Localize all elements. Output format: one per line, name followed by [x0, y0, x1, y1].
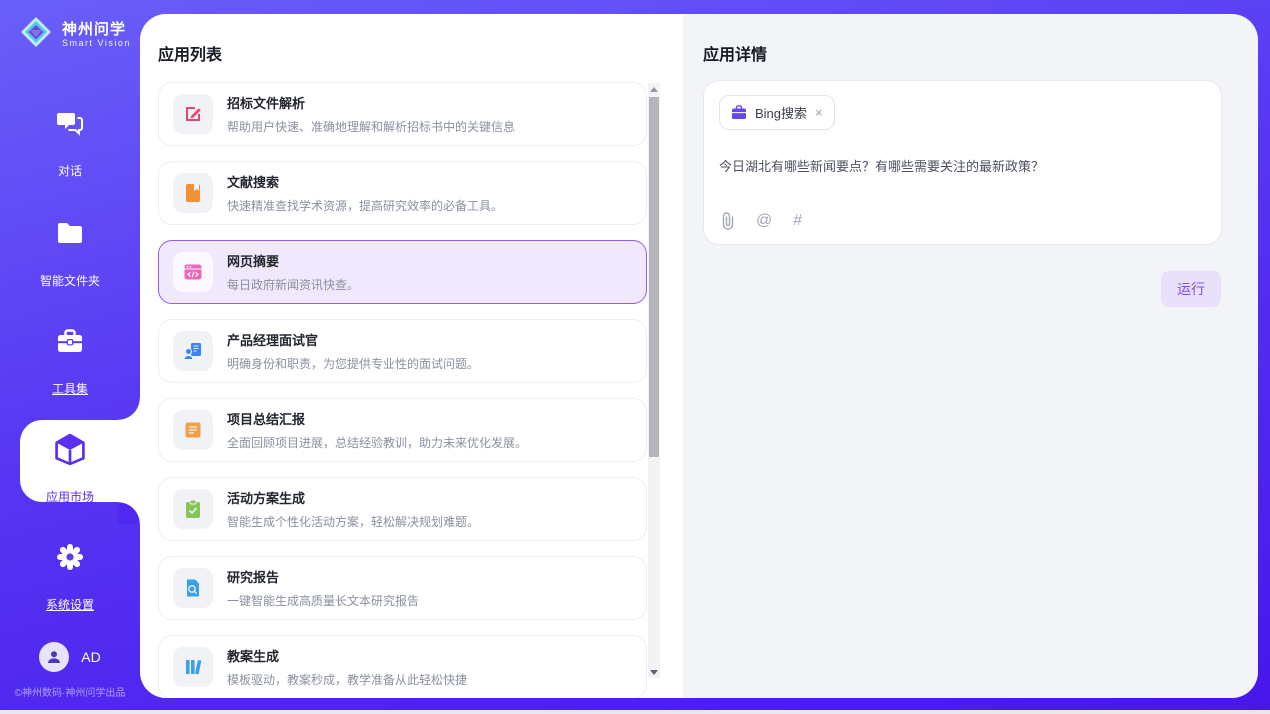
app-name: 项目总结汇报 [227, 409, 527, 428]
app-name: 研究报告 [227, 567, 419, 586]
app-list-panel: 应用列表 招标文件解析 帮助用户快速、准确地理解和解析招标书中的关键信息 [140, 14, 683, 698]
sidebar-item-settings[interactable]: 系统设置 [0, 542, 140, 614]
user-initials: AD [81, 649, 100, 665]
app-desc: 明确身份和职责，为您提供专业性的面试问题。 [227, 355, 479, 372]
list-item[interactable]: 招标文件解析 帮助用户快速、准确地理解和解析招标书中的关键信息 [158, 82, 647, 146]
tool-chip-label: Bing搜索 [755, 103, 807, 122]
sidebar-item-label: 应用市场 [46, 488, 94, 505]
gear-icon [0, 542, 140, 572]
toolbox-icon [0, 326, 140, 356]
list-item[interactable]: 项目总结汇报 全面回顾项目进展，总结经验教训，助力未来优化发展。 [158, 398, 647, 462]
briefcase-icon [731, 105, 747, 120]
run-button[interactable]: 运行 [1161, 271, 1221, 307]
sidebar-item-label: 工具集 [52, 380, 88, 397]
app-name: 文献搜索 [227, 172, 503, 191]
brand-name: 神州问学 [62, 21, 131, 38]
app-name: 活动方案生成 [227, 488, 479, 507]
query-text[interactable]: 今日湖北有哪些新闻要点？有哪些需要关注的最新政策？ [719, 156, 1206, 175]
app-desc: 全面回顾项目进展，总结经验教训，助力未来优化发展。 [227, 434, 527, 451]
list-item[interactable]: 研究报告 一键智能生成高质量长文本研究报告 [158, 556, 647, 620]
sidebar-item-label: 系统设置 [46, 596, 94, 613]
app-desc: 快速精准查找学术资源，提高研究效率的必备工具。 [227, 197, 503, 214]
brand-diamond-icon [18, 14, 54, 55]
scroll-down-icon[interactable] [648, 666, 660, 678]
scrollbar-thumb[interactable] [649, 97, 659, 457]
user-account[interactable]: AD [0, 642, 140, 672]
cube-icon [0, 434, 140, 464]
app-desc: 模板驱动，教案秒成，教学准备从此轻松快捷 [227, 671, 467, 688]
input-toolbar: @ # [721, 212, 802, 230]
chat-icon [0, 108, 140, 138]
brand-logo: 神州问学 Smart Vision [0, 0, 140, 55]
sidebar-item-smart-folder[interactable]: 智能文件夹 [0, 218, 140, 290]
app-detail-panel: 应用详情 Bing搜索 × 今日湖北有哪些新闻要点？有哪些需要关注的最新政策？ [683, 14, 1258, 698]
sidebar-item-app-market[interactable]: 应用市场 [0, 434, 140, 506]
app-detail-title: 应用详情 [683, 14, 1258, 65]
list-item[interactable]: 文献搜索 快速精准查找学术资源，提高研究效率的必备工具。 [158, 161, 647, 225]
app-name: 招标文件解析 [227, 93, 515, 112]
avatar [39, 642, 69, 672]
tool-chip[interactable]: Bing搜索 × [719, 95, 835, 130]
app-desc: 智能生成个性化活动方案，轻松解决规划难题。 [227, 513, 479, 530]
report-note-icon [173, 410, 213, 450]
list-item[interactable]: 教案生成 模板驱动，教案秒成，教学准备从此轻松快捷 [158, 635, 647, 698]
list-item-selected[interactable]: 网页摘要 每日政府新闻资讯快查。 [158, 240, 647, 304]
app-name: 教案生成 [227, 646, 467, 665]
app-list-title: 应用列表 [140, 14, 683, 65]
bottom-edge-strip [0, 710, 1270, 714]
mention-icon[interactable]: @ [756, 212, 772, 230]
sidebar-item-label: 智能文件夹 [40, 272, 100, 289]
app-list: 招标文件解析 帮助用户快速、准确地理解和解析招标书中的关键信息 文献搜索 快速精… [158, 82, 647, 698]
sidebar-footer: ©神州数码·神州问学出品 [0, 684, 140, 699]
books-icon [173, 647, 213, 687]
clipboard-check-icon [173, 489, 213, 529]
list-scrollbar[interactable] [648, 83, 660, 678]
close-icon[interactable]: × [815, 106, 823, 119]
attachment-icon[interactable] [721, 212, 735, 230]
app-desc: 帮助用户快速、准确地理解和解析招标书中的关键信息 [227, 118, 515, 135]
list-item[interactable]: 产品经理面试官 明确身份和职责，为您提供专业性的面试问题。 [158, 319, 647, 383]
prompt-card[interactable]: Bing搜索 × 今日湖北有哪些新闻要点？有哪些需要关注的最新政策？ @ # [703, 80, 1222, 245]
edit-doc-icon [173, 94, 213, 134]
web-code-icon [173, 252, 213, 292]
sidebar: 神州问学 Smart Vision 对话 智能文件夹 [0, 0, 140, 710]
book-icon [173, 173, 213, 213]
sidebar-item-toolset[interactable]: 工具集 [0, 326, 140, 398]
hash-icon[interactable]: # [793, 212, 802, 230]
brand-subtitle: Smart Vision [62, 38, 131, 48]
research-icon [173, 568, 213, 608]
app-desc: 每日政府新闻资讯快查。 [227, 276, 359, 293]
app-name: 产品经理面试官 [227, 330, 479, 349]
sidebar-item-chat[interactable]: 对话 [0, 108, 140, 180]
interview-icon [173, 331, 213, 371]
list-item[interactable]: 活动方案生成 智能生成个性化活动方案，轻松解决规划难题。 [158, 477, 647, 541]
scroll-up-icon[interactable] [648, 83, 660, 95]
app-name: 网页摘要 [227, 251, 359, 270]
folder-icon [0, 218, 140, 248]
sidebar-item-label: 对话 [58, 162, 82, 179]
main-content: 应用列表 招标文件解析 帮助用户快速、准确地理解和解析招标书中的关键信息 [140, 14, 1258, 698]
app-desc: 一键智能生成高质量长文本研究报告 [227, 592, 419, 609]
